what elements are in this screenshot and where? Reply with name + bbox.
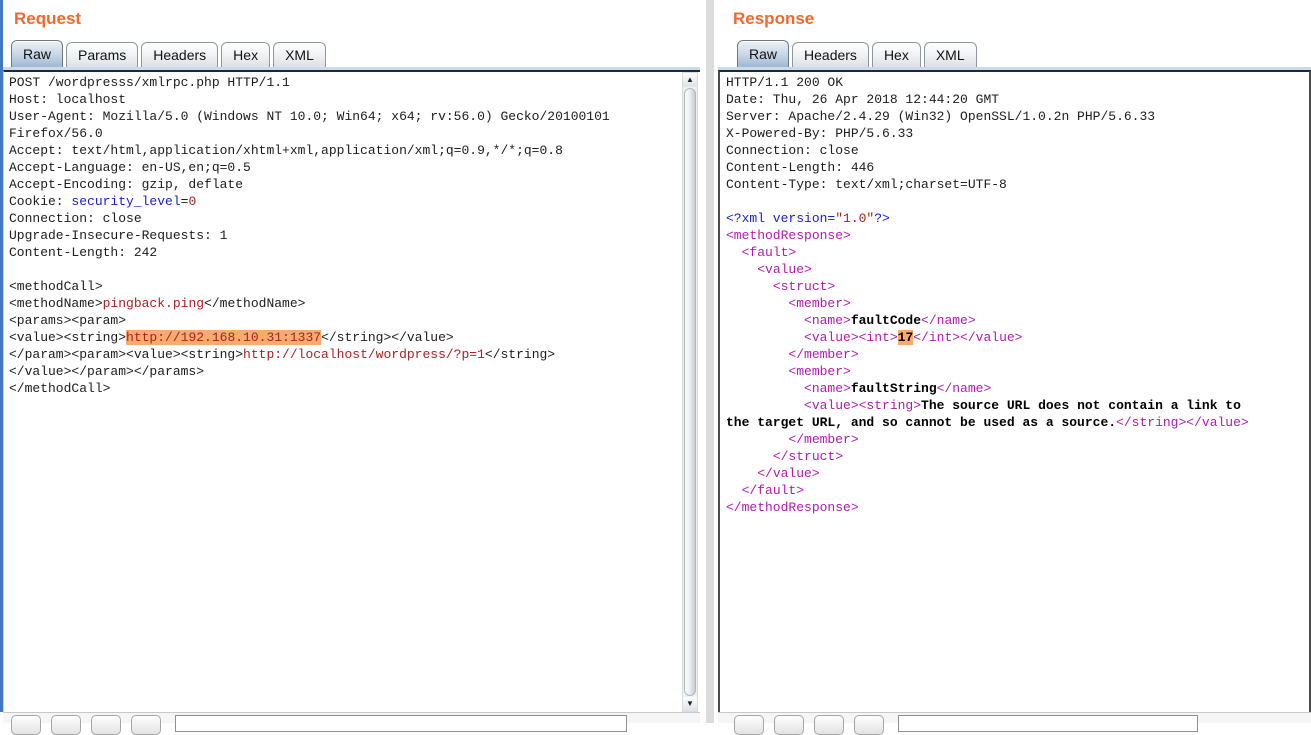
code-line: <methodName>pingback.ping</methodName> (9, 295, 680, 312)
code-line: <fault> (726, 244, 1309, 261)
code-line: Upgrade-Insecure-Requests: 1 (9, 227, 680, 244)
request-editor-text[interactable]: POST /wordpresss/xmlrpc.php HTTP/1.1Host… (4, 72, 680, 712)
code-line: <member> (726, 295, 1309, 312)
search-input[interactable] (175, 715, 627, 732)
tab-raw[interactable]: Raw (737, 40, 789, 67)
tab-xml[interactable]: XML (924, 42, 977, 67)
tab-label: XML (936, 47, 965, 63)
code-line: </methodResponse> (726, 499, 1309, 516)
code-line: <methodCall> (9, 278, 680, 295)
tab-headers[interactable]: Headers (792, 42, 869, 67)
panel-splitter[interactable] (700, 0, 718, 723)
search-bar-button[interactable] (814, 715, 844, 735)
tab-params[interactable]: Params (66, 42, 138, 67)
code-line: <value> (726, 261, 1309, 278)
code-line: Server: Apache/2.4.29 (Win32) OpenSSL/1.… (726, 108, 1309, 125)
request-search-buttons (11, 715, 171, 735)
scroll-down-arrow-icon[interactable]: ▼ (683, 697, 697, 711)
response-panel: Response Raw Headers Hex XML HTTP/1.1 200 O… (718, 0, 1311, 723)
search-bar-button[interactable] (51, 715, 81, 735)
code-line: <name>faultString</name> (726, 380, 1309, 397)
tab-label: Headers (804, 47, 857, 63)
request-editor[interactable]: POST /wordpresss/xmlrpc.php HTTP/1.1Host… (3, 70, 700, 712)
code-line: <params><param> (9, 312, 680, 329)
scroll-thumb[interactable] (684, 88, 696, 696)
tab-label: Raw (749, 46, 777, 62)
code-line: Accept-Language: en-US,en;q=0.5 (9, 159, 680, 176)
splitter-grip (706, 0, 714, 723)
code-line: </methodCall> (9, 380, 680, 397)
request-panel: Request Raw Params Headers Hex XML POST /wor… (3, 0, 700, 723)
code-line: </value> (726, 465, 1309, 482)
tab-headers[interactable]: Headers (141, 42, 218, 67)
code-line: </member> (726, 431, 1309, 448)
tab-label: Headers (153, 47, 206, 63)
search-bar-button[interactable] (774, 715, 804, 735)
tab-label: Params (78, 47, 126, 63)
code-line: </value></param></params> (9, 363, 680, 380)
code-line: <member> (726, 363, 1309, 380)
code-line: <methodResponse> (726, 227, 1309, 244)
tab-label: Hex (233, 47, 258, 63)
code-line: HTTP/1.1 200 OK (726, 74, 1309, 91)
code-line (726, 193, 1309, 210)
code-line: Firefox/56.0 (9, 125, 680, 142)
code-line: Date: Thu, 26 Apr 2018 12:44:20 GMT (726, 91, 1309, 108)
code-line: Content-Type: text/xml;charset=UTF-8 (726, 176, 1309, 193)
response-editor[interactable]: HTTP/1.1 200 OKDate: Thu, 26 Apr 2018 12… (718, 70, 1311, 712)
code-line: </param><param><value><string>http://loc… (9, 346, 680, 363)
search-bar-button[interactable] (734, 715, 764, 735)
code-line: Content-Length: 242 (9, 244, 680, 261)
code-line: <name>faultCode</name> (726, 312, 1309, 329)
request-tab-bar: Raw Params Headers Hex XML (11, 40, 700, 67)
request-panel-title: Request (14, 9, 700, 30)
tab-xml[interactable]: XML (273, 42, 326, 67)
code-line: POST /wordpresss/xmlrpc.php HTTP/1.1 (9, 74, 680, 91)
code-line: Content-Length: 446 (726, 159, 1309, 176)
code-line: <value><string>The source URL does not c… (726, 397, 1309, 414)
response-tab-bar: Raw Headers Hex XML (737, 40, 1311, 67)
code-line (9, 261, 680, 278)
search-input[interactable] (898, 715, 1198, 732)
code-line: Cookie: security_level=0 (9, 193, 680, 210)
code-line: <struct> (726, 278, 1309, 295)
code-line: <value><string>http://192.168.10.31:1337… (9, 329, 680, 346)
code-line: </fault> (726, 482, 1309, 499)
request-search-bar (3, 712, 700, 723)
tab-label: Raw (23, 46, 51, 62)
response-editor-text[interactable]: HTTP/1.1 200 OKDate: Thu, 26 Apr 2018 12… (720, 72, 1309, 712)
tab-raw[interactable]: Raw (11, 40, 63, 67)
search-bar-button[interactable] (854, 715, 884, 735)
tab-hex[interactable]: Hex (872, 42, 921, 67)
code-line: Host: localhost (9, 91, 680, 108)
code-line: User-Agent: Mozilla/5.0 (Windows NT 10.0… (9, 108, 680, 125)
code-line: Connection: close (726, 142, 1309, 159)
tab-label: Hex (884, 47, 909, 63)
tab-hex[interactable]: Hex (221, 42, 270, 67)
code-line: </struct> (726, 448, 1309, 465)
response-search-bar (718, 712, 1311, 723)
response-search-buttons (734, 715, 894, 735)
scroll-up-arrow-icon[interactable]: ▲ (683, 73, 697, 87)
code-line: <?xml version="1.0"?> (726, 210, 1309, 227)
code-line: </member> (726, 346, 1309, 363)
code-line: X-Powered-By: PHP/5.6.33 (726, 125, 1309, 142)
tab-label: XML (285, 47, 314, 63)
code-line: <value><int>17</int></value> (726, 329, 1309, 346)
code-line: Accept-Encoding: gzip, deflate (9, 176, 680, 193)
search-bar-button[interactable] (11, 715, 41, 735)
search-bar-button[interactable] (91, 715, 121, 735)
code-line: the target URL, and so cannot be used as… (726, 414, 1309, 431)
request-scrollbar[interactable]: ▲ ▼ (682, 72, 698, 712)
search-bar-button[interactable] (131, 715, 161, 735)
response-panel-title: Response (733, 9, 1311, 30)
code-line: Connection: close (9, 210, 680, 227)
code-line: Accept: text/html,application/xhtml+xml,… (9, 142, 680, 159)
